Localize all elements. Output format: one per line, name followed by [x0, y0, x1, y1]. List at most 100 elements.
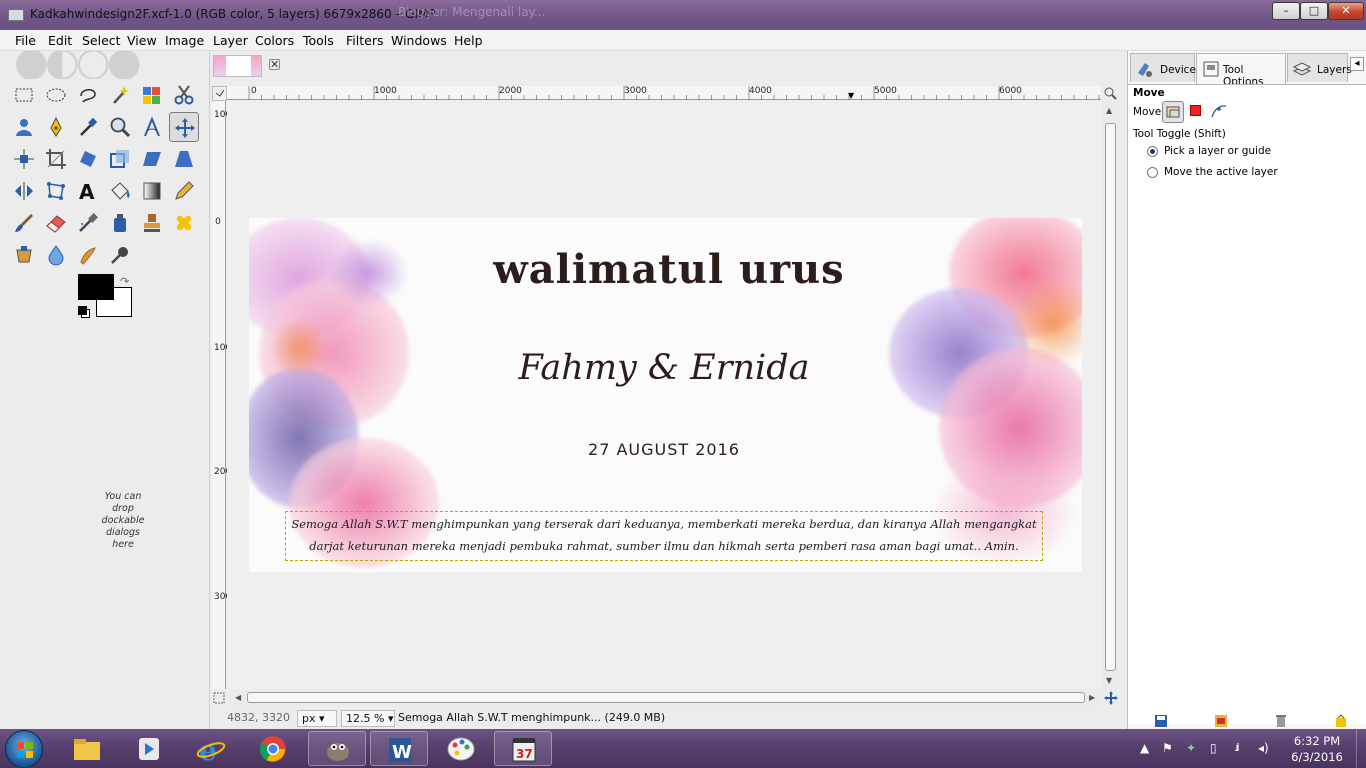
action-center-icon[interactable]: ⚑ [1162, 741, 1173, 755]
quick-mask-corner[interactable] [212, 86, 227, 101]
video-editor-taskbar-button[interactable]: 37 [494, 731, 552, 766]
paint-taskbar-button[interactable] [432, 731, 490, 766]
vertical-scrollbar[interactable]: ▲ ▼ [1103, 101, 1118, 689]
menu-image[interactable]: Image [165, 33, 204, 48]
delete-options-icon[interactable] [1274, 714, 1288, 728]
blur-sharpen-tool[interactable] [41, 240, 71, 270]
paintbrush-tool[interactable] [9, 208, 39, 238]
smudge-tool[interactable] [73, 240, 103, 270]
blessing-line-2: darjat keturunan mereka menjadi pembuka … [309, 539, 1019, 553]
select-by-color-tool[interactable] [137, 80, 167, 110]
scissors-select-tool[interactable] [169, 80, 199, 110]
pencil-tool[interactable] [169, 176, 199, 206]
clone-tool[interactable] [137, 208, 167, 238]
move-tool[interactable] [169, 112, 199, 142]
hruler-label: 6000 [999, 86, 1022, 96]
eraser-tool[interactable] [41, 208, 71, 238]
shear-tool[interactable] [137, 144, 167, 174]
swap-colors-icon[interactable]: ↷ [120, 275, 129, 288]
menu-colors[interactable]: Colors [255, 33, 294, 48]
perspective-clone-tool[interactable] [9, 240, 39, 270]
menu-windows[interactable]: Windows [391, 33, 447, 48]
move-active-layer-radio[interactable] [1147, 167, 1158, 178]
maximize-button[interactable]: □ [1300, 2, 1328, 20]
tab-layers[interactable]: Layers [1287, 53, 1352, 82]
ink-tool[interactable] [105, 208, 135, 238]
default-colors-icon[interactable] [78, 306, 87, 315]
invitation-image[interactable]: walimatul urus Fahmy & Ernida 27 AUGUST … [249, 218, 1082, 572]
battery-icon[interactable]: ▯ [1210, 741, 1217, 755]
paths-tool[interactable] [41, 112, 71, 142]
close-tab-icon[interactable]: ✕ [269, 59, 280, 70]
gimp-taskbar-button[interactable] [308, 731, 366, 766]
move-path-mode-button[interactable] [1210, 102, 1228, 123]
blend-tool[interactable] [137, 176, 167, 206]
signal-icon[interactable]: .ıl [1234, 741, 1239, 754]
close-button[interactable]: ✕ [1328, 2, 1364, 20]
measure-tool[interactable] [137, 112, 167, 142]
show-hidden-icons[interactable]: ▲ [1140, 741, 1149, 755]
taskbar-clock[interactable]: 6:32 PM 6/3/2016 [1282, 733, 1352, 765]
fuzzy-select-tool[interactable] [105, 80, 135, 110]
image-thumbnail[interactable] [213, 55, 262, 77]
volume-icon[interactable]: ◂) [1258, 741, 1269, 755]
menu-filters[interactable]: Filters [346, 33, 383, 48]
alignment-tool[interactable] [9, 144, 39, 174]
dodge-burn-tool[interactable] [105, 240, 135, 270]
move-layer-mode-button[interactable] [1162, 101, 1184, 123]
explorer-taskbar-button[interactable] [58, 731, 116, 766]
start-button[interactable] [5, 730, 43, 768]
media-player-taskbar-button[interactable] [120, 731, 178, 766]
horizontal-scrollbar[interactable]: ◀ ▶ [233, 691, 1099, 705]
free-select-tool[interactable] [73, 80, 103, 110]
crop-tool[interactable] [41, 144, 71, 174]
rotate-tool[interactable] [73, 144, 103, 174]
bucket-fill-tool[interactable] [105, 176, 135, 206]
ellipse-select-tool[interactable] [41, 80, 71, 110]
foreground-color-swatch[interactable] [78, 274, 114, 300]
menu-file[interactable]: File [15, 33, 36, 48]
word-taskbar-button[interactable]: W [370, 731, 428, 766]
network-share-icon[interactable]: ✦ [1186, 741, 1196, 755]
color-picker-tool[interactable] [73, 112, 103, 142]
text-layer-selection[interactable]: Semoga Allah S.W.T menghimpunkan yang te… [285, 511, 1043, 561]
unit-select[interactable]: px ▾ [297, 710, 337, 727]
perspective-tool[interactable] [169, 144, 199, 174]
svg-text:A: A [79, 180, 95, 202]
pick-layer-radio[interactable] [1147, 146, 1158, 157]
restore-options-icon[interactable] [1214, 714, 1228, 728]
text-tool[interactable]: A [73, 176, 103, 206]
menu-tools[interactable]: Tools [303, 33, 334, 48]
zoom-fit-icon[interactable] [1103, 86, 1118, 101]
tab-devices[interactable]: Devices [1130, 53, 1201, 82]
tab-tool-options[interactable]: Tool Options [1196, 53, 1286, 88]
move-selection-mode-button[interactable] [1190, 105, 1201, 116]
horizontal-scroll-thumb[interactable] [247, 692, 1085, 703]
reset-options-icon[interactable] [1334, 714, 1348, 728]
cage-transform-tool[interactable] [41, 176, 71, 206]
chrome-taskbar-button[interactable] [244, 731, 302, 766]
menu-layer[interactable]: Layer [213, 33, 248, 48]
save-options-icon[interactable] [1154, 714, 1168, 728]
healing-tool[interactable] [169, 208, 199, 238]
menu-edit[interactable]: Edit [48, 33, 72, 48]
rect-select-tool[interactable] [9, 80, 39, 110]
zoom-select[interactable]: 12.5 % ▾ [341, 710, 395, 727]
image-tab[interactable]: ✕ [212, 53, 284, 80]
airbrush-tool[interactable] [73, 208, 103, 238]
minimize-button[interactable]: – [1272, 2, 1300, 20]
internet-explorer-taskbar-button[interactable]: e [182, 731, 240, 766]
show-desktop-button[interactable] [1356, 729, 1366, 768]
vertical-scroll-thumb[interactable] [1105, 123, 1116, 671]
scale-tool[interactable] [105, 144, 135, 174]
navigate-image-icon[interactable] [1103, 690, 1119, 706]
navigate-corner-icon[interactable] [212, 691, 227, 705]
menu-select[interactable]: Select [82, 33, 121, 48]
dock-menu-icon[interactable]: ◂ [1350, 57, 1364, 71]
menu-view[interactable]: View [127, 33, 157, 48]
menu-help[interactable]: Help [454, 33, 483, 48]
foreground-select-tool[interactable] [9, 112, 39, 142]
flip-tool[interactable] [9, 176, 39, 206]
vruler-label: 1000 [214, 343, 237, 353]
zoom-tool[interactable] [105, 112, 135, 142]
